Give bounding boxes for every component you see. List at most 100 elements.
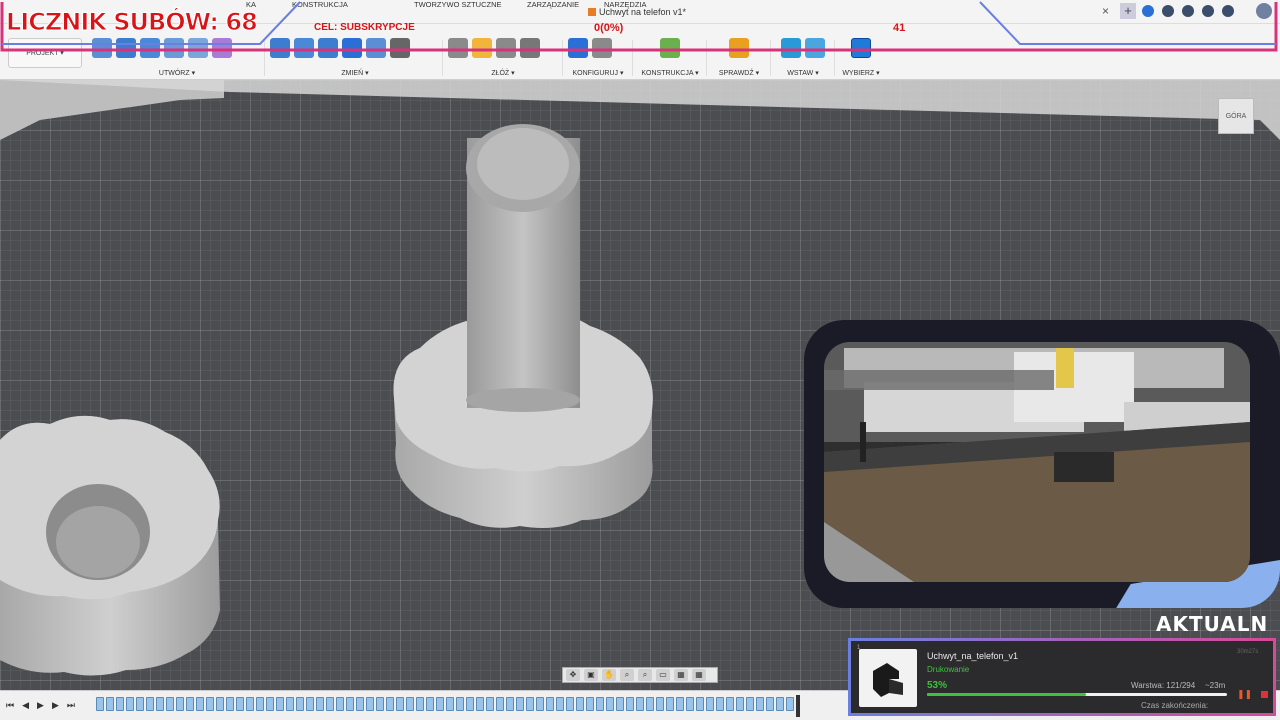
timeline-feature[interactable] — [676, 697, 684, 711]
zoom-icon[interactable]: ⌕ — [620, 669, 634, 681]
pause-icon[interactable]: ❚❚ — [1237, 689, 1252, 700]
timeline-feature[interactable] — [316, 697, 324, 711]
timeline-feature[interactable] — [216, 697, 224, 711]
avatar[interactable] — [1256, 3, 1272, 19]
timeline-feature[interactable] — [246, 697, 254, 711]
plane-icon[interactable] — [660, 38, 680, 58]
joint-icon[interactable] — [448, 38, 468, 58]
extensions-icon[interactable] — [1142, 5, 1154, 17]
timeline-feature[interactable] — [536, 697, 544, 711]
look-at-icon[interactable]: ▣ — [584, 669, 598, 681]
timeline-feature[interactable] — [326, 697, 334, 711]
table-icon[interactable] — [520, 38, 540, 58]
parameters-icon[interactable] — [568, 38, 588, 58]
timeline-feature[interactable] — [186, 697, 194, 711]
group-label[interactable]: WSTAW ▾ — [776, 69, 830, 77]
timeline-feature[interactable] — [166, 697, 174, 711]
timeline-feature[interactable] — [516, 697, 524, 711]
timeline-feature[interactable] — [156, 697, 164, 711]
next-step-icon[interactable]: ▶ — [52, 700, 59, 711]
timeline-feature[interactable] — [116, 697, 124, 711]
group-label[interactable]: SPRAWDŹ ▾ — [712, 69, 766, 77]
last-step-icon[interactable]: ⏭ — [67, 700, 75, 711]
move-icon[interactable] — [390, 38, 410, 58]
timeline-feature[interactable] — [636, 697, 644, 711]
timeline-feature[interactable] — [296, 697, 304, 711]
timeline-feature[interactable] — [616, 697, 624, 711]
timeline-feature[interactable] — [386, 697, 394, 711]
timeline-feature[interactable] — [396, 697, 404, 711]
timeline-feature[interactable] — [556, 697, 564, 711]
bolt-part[interactable] — [393, 124, 653, 528]
group-label[interactable]: KONSTRUKCJA ▾ — [638, 69, 702, 77]
timeline-feature[interactable] — [96, 697, 104, 711]
timeline-feature[interactable] — [426, 697, 434, 711]
timeline-feature[interactable] — [506, 697, 514, 711]
notifications-icon[interactable] — [1202, 5, 1214, 17]
timeline-feature[interactable] — [476, 697, 484, 711]
timeline-feature[interactable] — [206, 697, 214, 711]
timeline-feature[interactable] — [736, 697, 744, 711]
new-tab-button[interactable]: + — [1120, 3, 1136, 19]
hole-icon[interactable] — [164, 38, 184, 58]
timeline-feature[interactable] — [646, 697, 654, 711]
timeline-feature[interactable] — [356, 697, 364, 711]
timeline-feature[interactable] — [776, 697, 784, 711]
timeline-feature[interactable] — [176, 697, 184, 711]
configure-table-icon[interactable] — [592, 38, 612, 58]
timeline-feature[interactable] — [276, 697, 284, 711]
timeline-feature[interactable] — [126, 697, 134, 711]
timeline-feature[interactable] — [706, 697, 714, 711]
timeline-feature[interactable] — [656, 697, 664, 711]
previous-step-icon[interactable]: ◀ — [22, 700, 29, 711]
orbit-icon[interactable]: ✥ — [566, 669, 580, 681]
timeline-feature[interactable] — [606, 697, 614, 711]
timeline-feature[interactable] — [196, 697, 204, 711]
timeline-feature[interactable] — [226, 697, 234, 711]
tab-konstrukcja[interactable]: KONSTRUKCJA — [292, 0, 348, 9]
timeline-feature[interactable] — [696, 697, 704, 711]
timeline-feature[interactable] — [686, 697, 694, 711]
viewcube[interactable]: GÓRA — [1218, 98, 1254, 134]
timeline-feature[interactable] — [256, 697, 264, 711]
timeline-feature[interactable] — [136, 697, 144, 711]
tab-tworzywo[interactable]: TWORZYWO SZTUCZNE — [414, 0, 502, 9]
align-icon[interactable] — [366, 38, 386, 58]
pan-icon[interactable]: ✋ — [602, 669, 616, 681]
fit-icon[interactable]: ⌕ — [638, 669, 652, 681]
timeline-feature[interactable] — [666, 697, 674, 711]
timeline-feature[interactable] — [376, 697, 384, 711]
timeline-feature[interactable] — [416, 697, 424, 711]
timeline-feature[interactable] — [756, 697, 764, 711]
timeline-marker[interactable] — [796, 695, 800, 717]
new-component-icon[interactable] — [472, 38, 492, 58]
timeline-feature[interactable] — [266, 697, 274, 711]
timeline-feature[interactable] — [586, 697, 594, 711]
pattern-icon[interactable] — [188, 38, 208, 58]
timeline-feature[interactable] — [526, 697, 534, 711]
timeline-feature[interactable] — [406, 697, 414, 711]
shell-icon[interactable] — [318, 38, 338, 58]
timeline-feature[interactable] — [786, 697, 794, 711]
as-built-joint-icon[interactable] — [496, 38, 516, 58]
timeline-feature[interactable] — [486, 697, 494, 711]
timeline-feature[interactable] — [366, 697, 374, 711]
viewports-icon[interactable]: ▦ — [692, 669, 706, 681]
play-icon[interactable]: ▶ — [37, 700, 44, 711]
timeline-feature[interactable] — [726, 697, 734, 711]
first-step-icon[interactable]: ⏮ — [6, 700, 14, 711]
job-status-icon[interactable] — [1162, 5, 1174, 17]
group-label[interactable]: WYBIERZ ▾ — [838, 69, 884, 77]
help-icon[interactable] — [1222, 5, 1234, 17]
close-tab-icon[interactable]: × — [1102, 4, 1109, 18]
timeline-feature[interactable] — [286, 697, 294, 711]
tab-narzedzia[interactable]: NARZĘDZIA — [604, 0, 647, 9]
timeline-feature[interactable] — [496, 697, 504, 711]
timeline-feature[interactable] — [576, 697, 584, 711]
timeline-feature[interactable] — [456, 697, 464, 711]
timeline-feature[interactable] — [566, 697, 574, 711]
fillet-icon[interactable] — [294, 38, 314, 58]
grid-settings-icon[interactable]: ▦ — [674, 669, 688, 681]
timeline-feature[interactable] — [106, 697, 114, 711]
history-icon[interactable] — [1182, 5, 1194, 17]
